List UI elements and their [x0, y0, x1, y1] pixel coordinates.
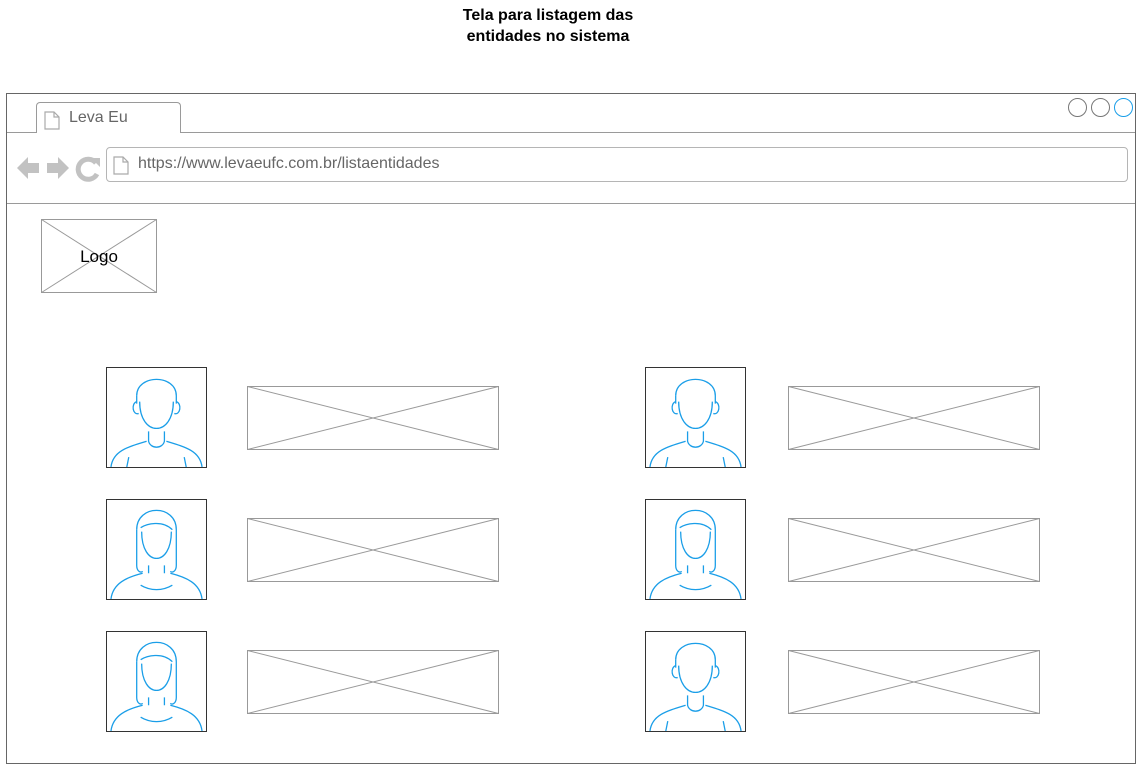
female-avatar-icon[interactable]: [106, 631, 207, 732]
back-arrow-icon[interactable]: [17, 157, 39, 179]
entity-info-placeholder: [788, 518, 1040, 582]
entity-info-placeholder: [247, 386, 499, 450]
window-controls: [1068, 98, 1133, 117]
entity-info-placeholder: [788, 650, 1040, 714]
female-avatar-icon[interactable]: [645, 499, 746, 600]
page-title-line-2: entidades no sistema: [466, 28, 630, 45]
browser-window: Leva Eu https://www.levaeufc.com.br/list…: [6, 93, 1136, 764]
minimize-button[interactable]: [1068, 98, 1087, 117]
entity-info-placeholder: [788, 386, 1040, 450]
page-icon: [113, 156, 129, 180]
logo-placeholder: Logo: [41, 219, 157, 293]
male-avatar-icon[interactable]: [645, 367, 746, 468]
tab-label: Leva Eu: [69, 109, 128, 126]
male-avatar-icon[interactable]: [645, 631, 746, 732]
forward-arrow-icon[interactable]: [47, 157, 69, 179]
page-title: Tela para listagem das entidades no sist…: [398, 5, 698, 47]
page-icon: [44, 111, 60, 135]
logo-label: Logo: [80, 247, 118, 266]
address-bar[interactable]: https://www.levaeufc.com.br/listaentidad…: [106, 147, 1128, 182]
navigation-bar: https://www.levaeufc.com.br/listaentidad…: [7, 133, 1135, 203]
female-avatar-icon[interactable]: [106, 499, 207, 600]
maximize-button[interactable]: [1091, 98, 1110, 117]
close-button[interactable]: [1114, 98, 1133, 117]
url-text: https://www.levaeufc.com.br/listaentidad…: [138, 155, 440, 172]
entity-info-placeholder: [247, 650, 499, 714]
reload-icon[interactable]: [75, 156, 100, 182]
entity-info-placeholder: [247, 518, 499, 582]
browser-tab[interactable]: Leva Eu: [36, 102, 181, 133]
page-title-line-1: Tela para listagem das: [462, 7, 634, 24]
navbar-divider: [7, 203, 1135, 204]
male-avatar-icon[interactable]: [106, 367, 207, 468]
